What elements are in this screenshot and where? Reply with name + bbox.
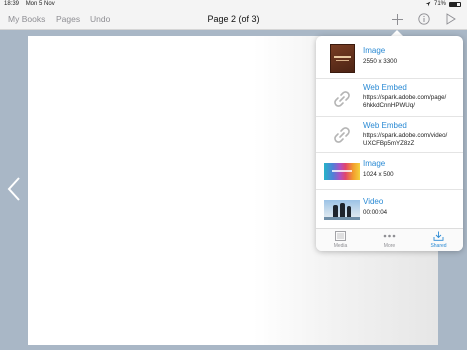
chevron-left-icon[interactable] bbox=[6, 176, 22, 202]
shared-download-icon bbox=[433, 231, 444, 241]
colorful-banner-thumbnail bbox=[324, 163, 360, 180]
item-title: Image bbox=[363, 159, 386, 168]
item-title: Image bbox=[363, 46, 386, 55]
info-button[interactable] bbox=[417, 12, 431, 26]
book-cover-thumbnail bbox=[330, 44, 355, 73]
list-item-web-embed-video[interactable]: Web Embed https://spark.adobe.com/video/… bbox=[316, 117, 463, 153]
item-detail: 2550 x 3300 bbox=[363, 58, 398, 65]
item-detail-line2: UXCFBp5mYZ8zZ bbox=[363, 140, 415, 147]
item-title: Video bbox=[363, 197, 384, 206]
info-icon bbox=[418, 13, 430, 25]
media-list-icon bbox=[335, 231, 346, 241]
status-bar: 18:39 Mon 5 Nov 71% bbox=[0, 0, 467, 10]
list-item-image-cover[interactable]: Image 2550 x 3300 bbox=[316, 36, 463, 79]
popover-tab-bar: Media More Shared bbox=[316, 228, 463, 251]
list-item-video[interactable]: Video 00:00:04 bbox=[316, 190, 463, 229]
penguins-thumbnail bbox=[324, 200, 360, 220]
status-time: 18:39 bbox=[4, 1, 20, 7]
add-button[interactable] bbox=[390, 12, 404, 26]
tab-label: Shared bbox=[430, 243, 447, 249]
tab-more[interactable]: More bbox=[365, 229, 414, 251]
link-icon bbox=[334, 127, 350, 143]
item-detail-line1: https://spark.adobe.com/video/ bbox=[363, 132, 448, 139]
list-item-web-embed-page[interactable]: Web Embed https://spark.adobe.com/page/ … bbox=[316, 79, 463, 117]
plus-icon bbox=[391, 13, 403, 25]
location-arrow-icon bbox=[425, 1, 431, 7]
play-button[interactable] bbox=[444, 12, 458, 26]
item-detail-line2: 6hkkdCnnHPWUq/ bbox=[363, 102, 415, 109]
item-title: Web Embed bbox=[363, 83, 407, 92]
navigation-bar: My Books Pages Undo Page 2 (of 3) bbox=[0, 10, 467, 30]
item-title: Web Embed bbox=[363, 121, 407, 130]
tab-shared[interactable]: Shared bbox=[414, 229, 463, 251]
status-date: Mon 5 Nov bbox=[25, 1, 55, 7]
item-detail: 00:00:04 bbox=[363, 209, 388, 216]
item-detail-line1: https://spark.adobe.com/page/ bbox=[363, 94, 447, 101]
link-icon bbox=[334, 91, 350, 107]
more-dots-icon bbox=[383, 234, 396, 238]
tab-media[interactable]: Media bbox=[316, 229, 365, 251]
battery-icon bbox=[449, 1, 461, 7]
list-item-image-banner[interactable]: Image 1024 x 500 bbox=[316, 153, 463, 190]
item-detail: 1024 x 500 bbox=[363, 171, 394, 178]
battery-percent: 71% bbox=[433, 1, 446, 7]
tab-label: More bbox=[383, 243, 396, 249]
tab-label: Media bbox=[333, 243, 348, 249]
play-icon bbox=[446, 13, 456, 25]
media-popover: Image 2550 x 3300 Web Embed https://spar… bbox=[316, 36, 463, 251]
